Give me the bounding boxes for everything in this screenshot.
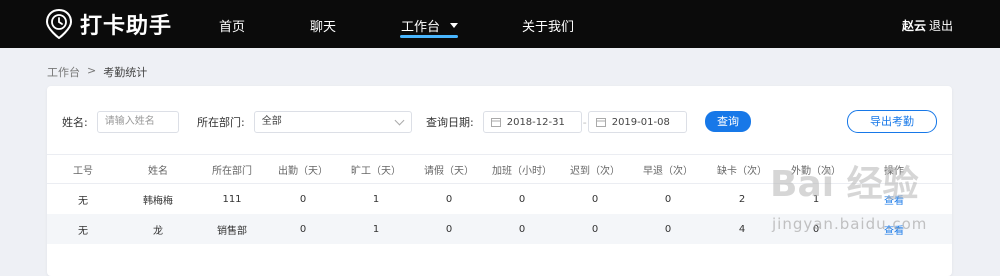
query-button[interactable]: 查询 <box>705 111 751 132</box>
chevron-down-icon <box>394 115 405 126</box>
date-filter: 查询日期: 2018-12-31 - 2019-01-08 <box>426 111 687 133</box>
col-header: 迟到（次） <box>570 165 620 177</box>
cell-late: 0 <box>591 223 599 235</box>
cell-leave: 0 <box>445 193 453 205</box>
col-header: 出勤（天） <box>278 165 328 177</box>
caret-down-icon <box>450 22 459 28</box>
nav-workbench[interactable]: 工作台 <box>401 16 459 35</box>
calendar-icon <box>595 118 606 127</box>
date-end-picker[interactable]: 2019-01-08 <box>587 111 687 133</box>
nav-workbench-label: 工作台 <box>401 20 441 35</box>
date-start-value: 2018-12-31 <box>506 116 565 128</box>
nav-active-indicator <box>400 35 458 38</box>
dept-select[interactable]: 全部 <box>253 111 412 133</box>
col-header: 旷工（天） <box>351 165 401 177</box>
baidu-watermark: Bai 经验 <box>770 164 919 205</box>
app-name: 打卡助手 <box>80 14 173 39</box>
cell-missing: 4 <box>738 223 746 235</box>
top-nav-bar: 打卡助手 首页 聊天 工作台 关于我们 赵云 退出 <box>0 0 1000 48</box>
user-name[interactable]: 赵云 <box>902 17 926 34</box>
breadcrumb-root[interactable]: 工作台 <box>47 64 80 80</box>
cell-absent: 1 <box>372 193 380 205</box>
cell-id: 无 <box>78 195 88 207</box>
nav-about[interactable]: 关于我们 <box>522 16 574 35</box>
col-header: 工号 <box>73 165 93 177</box>
app-logo[interactable]: 打卡助手 <box>46 8 172 40</box>
cell-absent: 1 <box>372 223 380 235</box>
col-header: 加班（小时） <box>492 165 552 177</box>
dept-filter: 所在部门: 全部 <box>197 111 412 133</box>
breadcrumb-current: 考勤统计 <box>103 66 148 79</box>
date-range-separator: - <box>582 115 587 129</box>
nav-chat[interactable]: 聊天 <box>310 16 336 35</box>
logout-link[interactable]: 退出 <box>929 17 953 34</box>
breadcrumb: 工作台 > 考勤统计 <box>47 64 147 80</box>
dept-filter-label: 所在部门: <box>197 116 245 129</box>
cell-missing: 2 <box>738 193 746 205</box>
cell-early: 0 <box>664 193 672 205</box>
cell-overtime: 0 <box>518 223 526 235</box>
cell-early: 0 <box>664 223 672 235</box>
breadcrumb-separator: > <box>87 64 97 77</box>
col-header: 早退（次） <box>643 165 693 177</box>
cell-overtime: 0 <box>518 193 526 205</box>
watermark-url: jingyan.baidu.com <box>772 215 928 233</box>
name-filter-label: 姓名: <box>62 116 88 129</box>
cell-dept: 销售部 <box>217 225 247 237</box>
dept-select-value: 全部 <box>261 116 282 127</box>
col-header: 缺卡（次） <box>717 165 767 177</box>
cell-id: 无 <box>78 225 88 237</box>
calendar-icon <box>490 118 501 127</box>
cell-attend: 0 <box>299 223 307 235</box>
name-filter: 姓名: 请输入姓名 <box>62 111 179 133</box>
nav-home[interactable]: 首页 <box>219 16 245 35</box>
cell-name: 龙 <box>153 225 163 237</box>
clock-pin-icon <box>46 9 72 39</box>
cell-late: 0 <box>591 193 599 205</box>
cell-name: 韩梅梅 <box>143 195 173 207</box>
cell-attend: 0 <box>299 193 307 205</box>
cell-leave: 0 <box>445 223 453 235</box>
export-attendance-button[interactable]: 导出考勤 <box>847 110 937 133</box>
col-header: 所在部门 <box>212 165 252 177</box>
date-start-picker[interactable]: 2018-12-31 <box>482 111 582 133</box>
col-header: 请假（天） <box>424 165 474 177</box>
date-filter-label: 查询日期: <box>426 116 474 129</box>
date-end-value: 2019-01-08 <box>611 116 670 128</box>
col-header: 姓名 <box>148 165 168 177</box>
name-input[interactable]: 请输入姓名 <box>96 111 179 133</box>
cell-dept: 111 <box>222 193 242 205</box>
